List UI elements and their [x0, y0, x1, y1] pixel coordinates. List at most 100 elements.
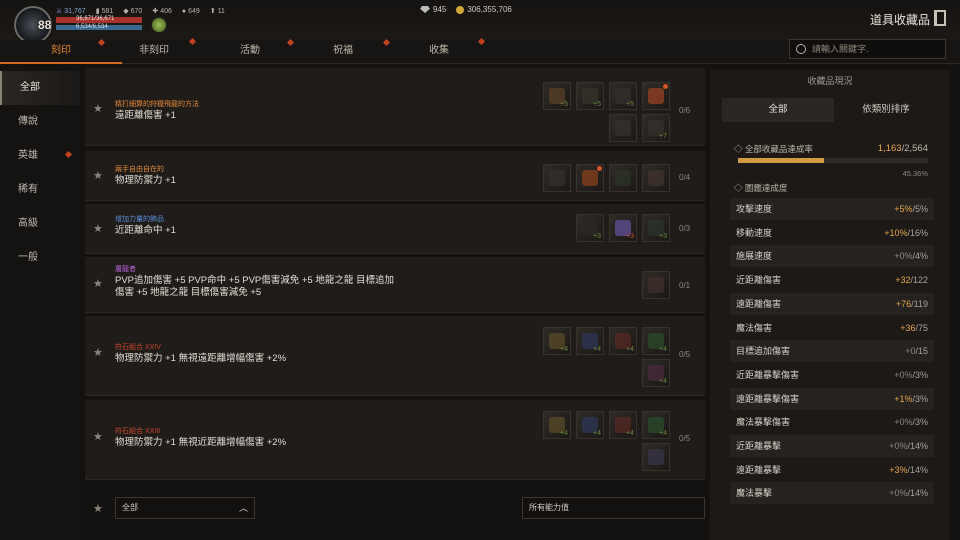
- tab-engraved[interactable]: 刻印: [0, 38, 122, 64]
- stat-max: /16%: [907, 227, 928, 238]
- player-stats: ⚔ 31,767 ▮ 581 ◆ 670 ✚ 406 ● 649 ⬆ 11: [56, 7, 225, 16]
- item-slot[interactable]: +3: [609, 214, 637, 242]
- item-slot[interactable]: +4: [642, 411, 670, 439]
- collection-effect: 物理防禦力 +1: [115, 175, 176, 186]
- favorite-star-icon[interactable]: ★: [93, 102, 103, 115]
- stat-name: 施展速度: [736, 251, 773, 262]
- stat-name: 目標追加傷害: [736, 346, 791, 357]
- favorite-star-icon[interactable]: ★: [93, 222, 103, 235]
- collection-effect: PVP追加傷害 +5 PVP命中 +5 PVP傷害減免 +5 地龍之龍 目標追加: [115, 275, 394, 286]
- stat-row: 近距離傷害 +32/122: [730, 269, 934, 291]
- item-slot[interactable]: +5: [543, 82, 571, 110]
- collection-count: 0/1: [679, 281, 691, 290]
- item-slot[interactable]: +7: [642, 114, 670, 142]
- stat-row: 施展速度 +0%/4%: [730, 245, 934, 268]
- sidebar-label: 英雄: [18, 150, 38, 161]
- tab-blessing[interactable]: 祝福: [303, 38, 391, 64]
- slot-bonus: +5: [593, 101, 601, 108]
- item-slot[interactable]: [642, 164, 670, 192]
- stat-name: 近距離暴擊傷害: [736, 369, 800, 380]
- item-slot[interactable]: +4: [576, 411, 604, 439]
- item-slot[interactable]: [642, 82, 670, 110]
- grade-dropdown[interactable]: 全部 ︿: [115, 497, 255, 519]
- item-slot[interactable]: +5: [609, 82, 637, 110]
- item-slot[interactable]: +4: [543, 411, 571, 439]
- collection-row[interactable]: ★ 兩手自由自在的 物理防禦力 +1 0/4: [85, 151, 705, 201]
- mp-value: 6,534/6,534: [76, 24, 108, 30]
- currency-display: 945 306,355,706: [420, 5, 512, 14]
- search-box[interactable]: [789, 39, 946, 59]
- collection-row[interactable]: ★ 精打細算的狩獵飛龍的方法 遠距離傷害 +1 +5 +5 +5 +7 0/6: [85, 68, 705, 146]
- tab-sort-by-category[interactable]: 依類別排序: [834, 98, 938, 122]
- tab-all[interactable]: 全部: [722, 98, 834, 122]
- collection-category: 兩手自由自在的: [115, 166, 164, 173]
- item-slot[interactable]: [543, 164, 571, 192]
- item-slot[interactable]: +4: [642, 359, 670, 387]
- item-slot[interactable]: +4: [576, 327, 604, 355]
- item-slot[interactable]: +3: [642, 214, 670, 242]
- item-slot[interactable]: +4: [642, 327, 670, 355]
- tab-collect[interactable]: 收集: [399, 37, 486, 64]
- item-slot[interactable]: +4: [609, 327, 637, 355]
- sidebar-item-hero[interactable]: 英雄: [0, 139, 80, 173]
- item-slot[interactable]: [576, 164, 604, 192]
- stat-current: +0: [905, 346, 916, 357]
- gold-count: 306,355,706: [467, 5, 512, 14]
- sidebar-item-normal[interactable]: 一般: [0, 241, 80, 275]
- collection-row[interactable]: ★ 屠龍者 PVP追加傷害 +5 PVP命中 +5 PVP傷害減免 +5 地龍之…: [85, 257, 705, 313]
- search-input[interactable]: [812, 44, 942, 54]
- grade-sidebar: 全部 傳說 英雄 稀有 高級 一般: [0, 66, 80, 540]
- new-dot: [597, 166, 602, 171]
- tab-event[interactable]: 活動: [210, 38, 295, 64]
- collection-list: ★ 精打細算的狩獵飛龍的方法 遠距離傷害 +1 +5 +5 +5 +7 0/6 …: [85, 66, 705, 486]
- collection-effect: 物理防禦力 +1 無視近距離增幅傷害 +2%: [115, 437, 287, 448]
- item-slot[interactable]: +5: [576, 82, 604, 110]
- stat-row: 近距離暴擊傷害 +0%/3%: [730, 364, 934, 386]
- page-title: 道具收藏品: [869, 13, 930, 27]
- ability-dropdown[interactable]: 所有能力值: [522, 497, 705, 519]
- sidebar-item-rare[interactable]: 稀有: [0, 173, 80, 207]
- collection-category: 符石組合 XXIV: [115, 344, 161, 351]
- item-slot[interactable]: +4: [543, 327, 571, 355]
- stat-max: /3%: [912, 393, 928, 404]
- stat-row: 目標追加傷害 +0/15: [730, 340, 934, 363]
- slot-bonus: +3: [593, 233, 601, 240]
- slot-bonus: +5: [560, 101, 568, 108]
- item-slot[interactable]: +3: [576, 214, 604, 242]
- top-bar: 88 ⚔ 31,767 ▮ 581 ◆ 670 ✚ 406 ● 649 ⬆ 11 36,67…: [0, 0, 960, 44]
- tab-non-engraved[interactable]: 非刻印: [122, 37, 197, 64]
- item-slot[interactable]: [609, 164, 637, 192]
- exit-icon[interactable]: [934, 10, 946, 26]
- favorite-star-icon[interactable]: ★: [93, 277, 103, 290]
- item-slot[interactable]: [642, 271, 670, 299]
- slot-bonus: +4: [626, 430, 634, 437]
- stat-current: +0%: [894, 369, 913, 380]
- stat-value: +36/75: [900, 317, 928, 339]
- tab-label: 非刻印: [139, 45, 169, 56]
- item-slot[interactable]: +4: [609, 411, 637, 439]
- favorite-filter-star-icon[interactable]: ★: [93, 502, 103, 515]
- stat-row: 魔法暴擊 +0%/14%: [730, 482, 934, 505]
- stat-current: +76: [895, 298, 912, 309]
- stat-max: /119: [911, 298, 928, 309]
- progress-current: 1,163: [877, 143, 902, 154]
- favorite-star-icon[interactable]: ★: [93, 346, 103, 359]
- sidebar-item-legend[interactable]: 傳說: [0, 105, 80, 139]
- collection-row[interactable]: ★ 符石組合 XXIV 物理防禦力 +1 無視遠距離增幅傷害 +2% +4 +4…: [85, 316, 705, 396]
- collection-effect: 近距離命中 +1: [115, 225, 176, 236]
- collection-row[interactable]: ★ 符石組合 XXIII 物理防禦力 +1 無視近距離增幅傷害 +2% +4 +…: [85, 400, 705, 480]
- stat-name: 近距離暴擊: [736, 441, 782, 451]
- progress-bar: [738, 158, 928, 163]
- sidebar-item-all[interactable]: 全部: [0, 71, 80, 105]
- favorite-star-icon[interactable]: ★: [93, 169, 103, 182]
- sidebar-item-advanced[interactable]: 高級: [0, 207, 80, 241]
- item-slot[interactable]: [642, 443, 670, 471]
- chevron-up-icon: ︿: [238, 503, 248, 513]
- stat-value: 406: [160, 7, 172, 15]
- buff-icon[interactable]: [151, 17, 167, 33]
- slot-bonus: +3: [626, 233, 634, 240]
- item-slot[interactable]: [609, 114, 637, 142]
- collection-row[interactable]: ★ 增加力量的飾品 近距離命中 +1 +3 +3 +3 0/3: [85, 204, 705, 254]
- favorite-star-icon[interactable]: ★: [93, 430, 103, 443]
- stat-name: 魔法傷害: [736, 322, 773, 333]
